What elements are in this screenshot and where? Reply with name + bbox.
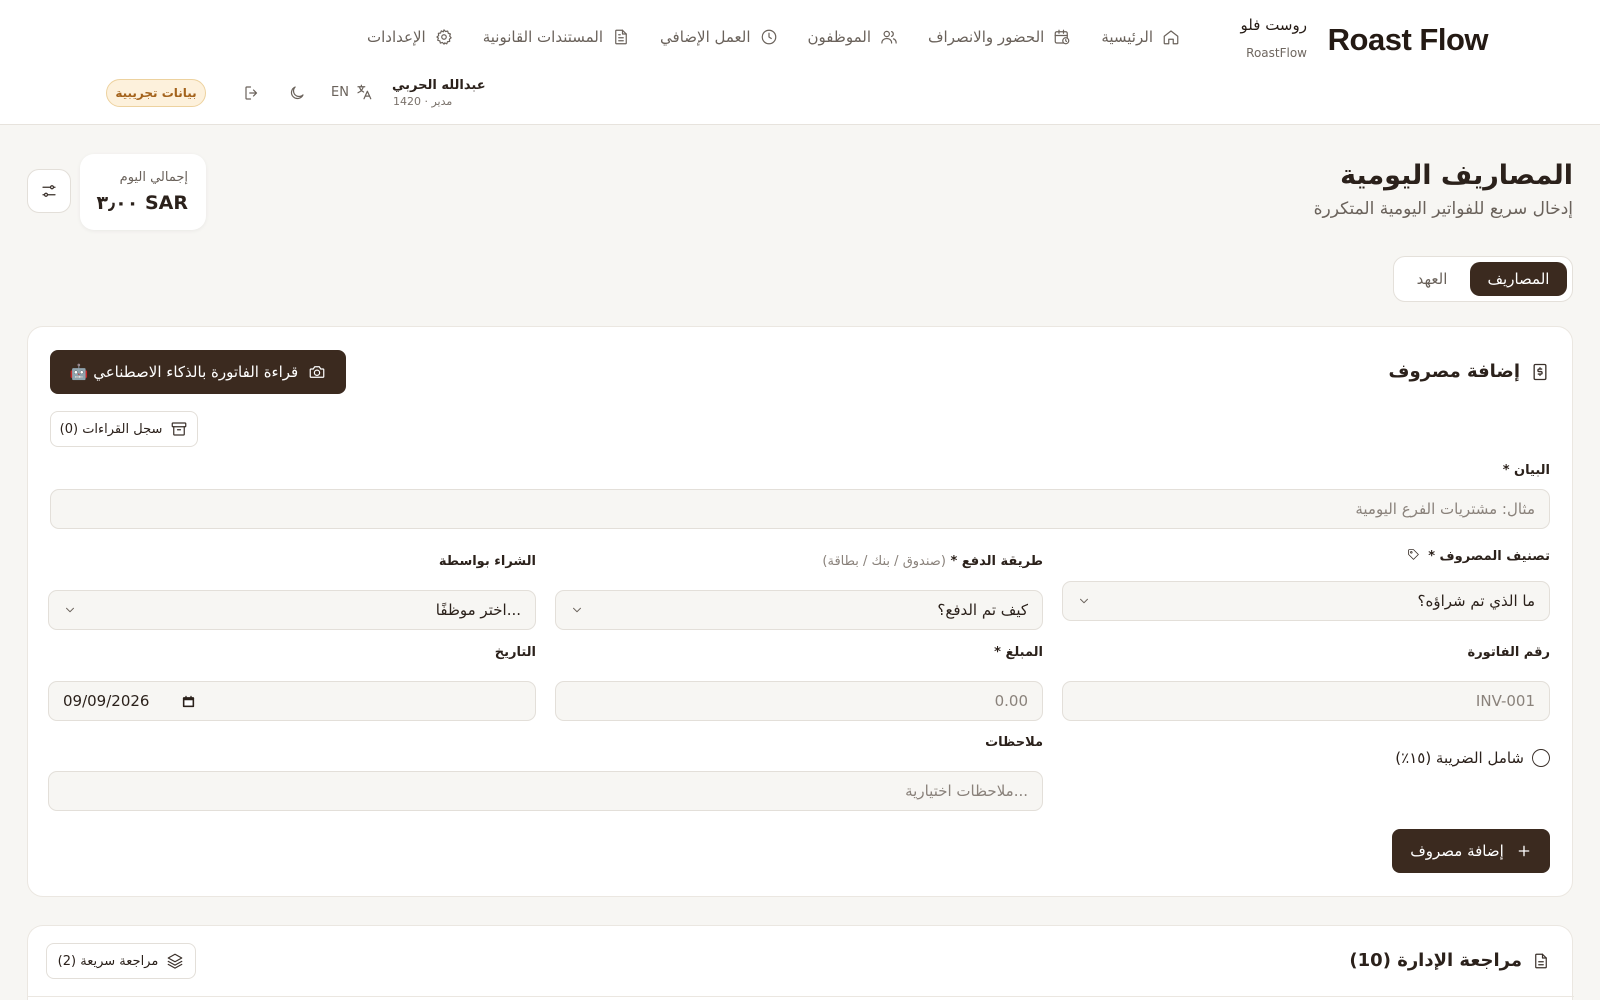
add-expense-heading: إضافة مصروف bbox=[1389, 361, 1550, 382]
plus-icon bbox=[1518, 845, 1530, 857]
management-review-title: مراجعة الإدارة (10) bbox=[1349, 950, 1522, 971]
camera-icon bbox=[309, 366, 325, 378]
readings-log-label: سجل القراءات (0) bbox=[59, 421, 163, 437]
tab-expenses[interactable]: المصاريف bbox=[1470, 262, 1567, 296]
category-select[interactable]: ما الذي تم شراؤه؟ bbox=[1062, 581, 1550, 621]
nav-item-employees[interactable]: الموظفون bbox=[808, 28, 898, 46]
nav-label: الموظفون bbox=[807, 28, 871, 46]
users-icon bbox=[881, 30, 897, 44]
notes-input[interactable]: ملاحظات اختيارية... bbox=[48, 771, 1043, 811]
date-value: 09/09/2026 bbox=[63, 692, 150, 710]
receipt-icon bbox=[1533, 363, 1547, 380]
payment-method-select[interactable]: كيف تم الدفع؟ bbox=[555, 590, 1043, 630]
description-label: البيان * bbox=[1502, 463, 1550, 478]
ai-invoice-read-button[interactable]: 🤖 قراءة الفاتورة بالذكاء الاصطناعي bbox=[50, 350, 346, 394]
document-icon bbox=[615, 29, 627, 45]
archive-icon bbox=[172, 422, 187, 436]
description-input[interactable]: مثال: مشتريات الفرع اليومية bbox=[50, 489, 1550, 529]
app-logo[interactable]: Roast Flow bbox=[1328, 22, 1489, 58]
category-label: تصنيف المصروف * bbox=[1407, 548, 1550, 564]
nav-label: الإعدادات bbox=[367, 28, 426, 46]
nav-item-attendance[interactable]: الحضور والانصراف bbox=[928, 28, 1071, 46]
brand-name-arabic: روست فلو bbox=[1240, 16, 1307, 34]
tax-inclusive-radio[interactable] bbox=[1532, 749, 1550, 767]
section-tabs: المصاريف العهد bbox=[1393, 256, 1573, 302]
gear-icon bbox=[436, 29, 452, 45]
top-header: Roast Flow روست فلو RoastFlow الرئيسية ا… bbox=[0, 0, 1600, 125]
moon-icon bbox=[290, 86, 304, 100]
nav-item-legal-documents[interactable]: المستندات القانونية bbox=[483, 28, 630, 46]
invoice-number-input[interactable]: INV-001 bbox=[1062, 681, 1550, 721]
invoice-number-label: رقم الفاتورة bbox=[1467, 645, 1550, 660]
management-review-card: مراجعة الإدارة (10) مراجعة سريعة (2) bbox=[27, 925, 1574, 1000]
notes-label: ملاحظات bbox=[985, 735, 1043, 750]
category-select-value: ما الذي تم شراؤه؟ bbox=[1417, 592, 1536, 610]
payment-method-label-text: طريقة الدفع * bbox=[950, 554, 1043, 569]
ai-button-label: 🤖 قراءة الفاتورة بالذكاء الاصطناعي bbox=[69, 363, 299, 381]
page-title: المصاريف اليومية bbox=[1340, 160, 1573, 191]
translate-icon bbox=[357, 84, 372, 100]
quick-review-button[interactable]: مراجعة سريعة (2) bbox=[46, 943, 196, 979]
date-input[interactable]: 09/09/2026 bbox=[48, 681, 536, 721]
user-role: مدير · 1420 bbox=[393, 95, 453, 108]
add-expense-button[interactable]: إضافة مصروف bbox=[1392, 829, 1550, 873]
readings-log-button[interactable]: سجل القراءات (0) bbox=[50, 411, 198, 447]
purchased-by-value: اختر موظفًا... bbox=[435, 601, 521, 619]
daily-total-label: إجمالي اليوم bbox=[119, 170, 188, 185]
payment-method-label: طريقة الدفع * (صندوق / بنك / بطاقة) bbox=[822, 554, 1043, 569]
theme-toggle[interactable] bbox=[288, 84, 306, 102]
tax-inclusive-option[interactable]: شامل الضريبة (١٥٪) bbox=[1395, 749, 1550, 767]
add-expense-title: إضافة مصروف bbox=[1388, 361, 1520, 382]
calendar-clock-icon bbox=[1054, 29, 1070, 45]
nav-label: الرئيسية bbox=[1101, 28, 1153, 46]
clock-icon bbox=[761, 29, 776, 45]
language-label: EN bbox=[331, 84, 349, 100]
payment-method-value: كيف تم الدفع؟ bbox=[937, 601, 1028, 619]
language-toggle[interactable]: EN bbox=[331, 83, 373, 101]
management-review-heading: مراجعة الإدارة (10) bbox=[1349, 950, 1550, 971]
tag-icon bbox=[1407, 549, 1419, 560]
purchased-by-label: الشراء بواسطة bbox=[438, 554, 536, 569]
amount-label: المبلغ * bbox=[994, 645, 1043, 660]
add-expense-button-label: إضافة مصروف bbox=[1410, 842, 1504, 860]
nav-item-settings[interactable]: الإعدادات bbox=[367, 28, 453, 46]
chevron-down-icon bbox=[66, 607, 74, 613]
filter-button[interactable] bbox=[27, 169, 71, 213]
nav-item-home[interactable]: الرئيسية bbox=[1101, 28, 1180, 46]
date-label: التاريخ bbox=[494, 645, 536, 660]
main-nav: الرئيسية الحضور والانصراف الموظفون العمل… bbox=[367, 28, 1180, 46]
sliders-icon bbox=[42, 185, 56, 197]
category-label-text: تصنيف المصروف * bbox=[1428, 549, 1550, 564]
chevron-down-icon bbox=[573, 607, 581, 613]
add-expense-card: إضافة مصروف 🤖 قراءة الفاتورة بالذكاء الا… bbox=[27, 326, 1573, 897]
quick-review-label: مراجعة سريعة (2) bbox=[57, 953, 159, 969]
amount-input[interactable]: 0.00 bbox=[555, 681, 1043, 721]
home-icon bbox=[1163, 30, 1179, 45]
calendar-icon[interactable] bbox=[181, 694, 196, 709]
logout-icon bbox=[245, 86, 258, 100]
purchased-by-select[interactable]: اختر موظفًا... bbox=[48, 590, 536, 630]
document-icon bbox=[1535, 953, 1547, 968]
divider bbox=[28, 996, 1574, 997]
tab-custody[interactable]: العهد bbox=[1398, 262, 1466, 296]
nav-label: المستندات القانونية bbox=[482, 28, 604, 46]
daily-total-value: ٣٫٠٠ SAR bbox=[96, 192, 188, 214]
nav-item-overtime[interactable]: العمل الإضافي bbox=[660, 28, 777, 46]
logout-button[interactable] bbox=[243, 84, 261, 102]
chevron-down-icon bbox=[1080, 598, 1088, 604]
daily-total-card: إجمالي اليوم ٣٫٠٠ SAR bbox=[80, 154, 206, 230]
page-subtitle: إدخال سريع للفواتير اليومية المتكررة bbox=[1313, 199, 1573, 219]
payment-method-hint: (صندوق / بنك / بطاقة) bbox=[822, 554, 946, 569]
nav-label: العمل الإضافي bbox=[660, 28, 751, 46]
brand-name-english: RoastFlow bbox=[1246, 46, 1307, 60]
layers-icon bbox=[167, 953, 183, 969]
user-name[interactable]: عبدالله الحربي bbox=[392, 78, 486, 93]
demo-data-badge: بيانات تجريبية bbox=[106, 79, 206, 107]
tax-inclusive-label: شامل الضريبة (١٥٪) bbox=[1395, 749, 1524, 767]
nav-label: الحضور والانصراف bbox=[927, 28, 1045, 46]
